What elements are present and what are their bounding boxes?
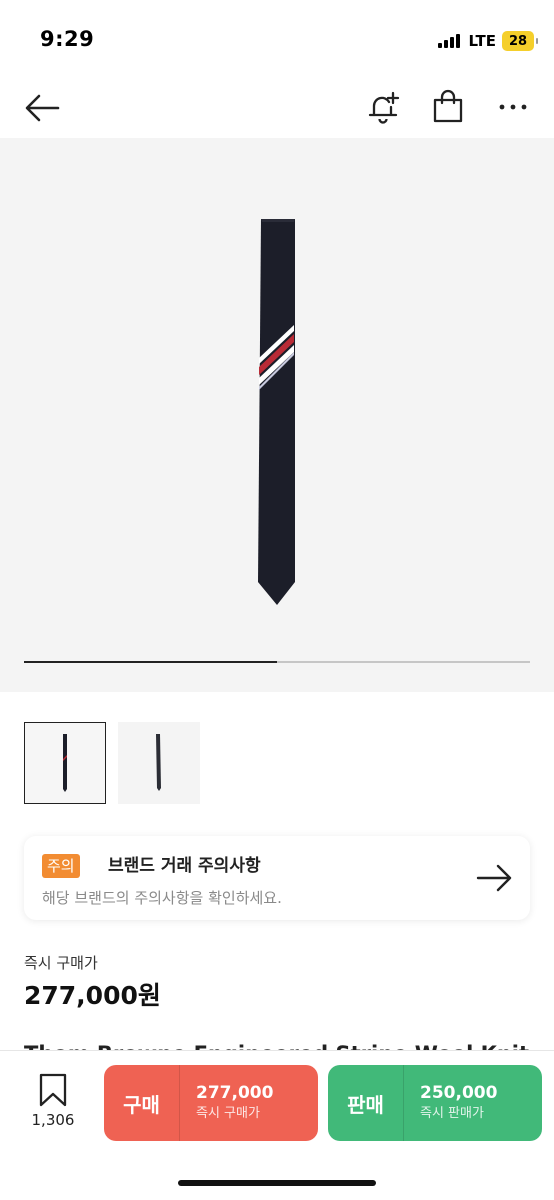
buy-label: 구매: [104, 1065, 180, 1141]
bottom-action-bar: 1,306 구매 277,000 즉시 구매가 판매 250,000 즉시 판매…: [0, 1050, 554, 1200]
battery-level: 28: [508, 33, 528, 49]
product-image-gallery[interactable]: [0, 138, 554, 692]
signal-icon: [438, 34, 461, 48]
status-bar: 9:29 LTE 28: [0, 0, 554, 78]
wishlist-button[interactable]: 1,306: [24, 1073, 82, 1133]
status-time: 9:29: [40, 27, 95, 51]
buy-price: 277,000: [196, 1083, 274, 1103]
arrow-left-icon: [25, 94, 60, 122]
sell-label: 판매: [328, 1065, 404, 1141]
notice-title: 브랜드 거래 주의사항: [108, 856, 261, 876]
status-indicators: LTE 28: [438, 30, 538, 52]
notice-arrow-button[interactable]: [476, 860, 514, 896]
battery-icon: 28: [502, 31, 538, 51]
tie-thumbnail-image: [63, 734, 67, 792]
arrow-right-icon: [476, 864, 512, 892]
shopping-bag-button[interactable]: [429, 88, 467, 126]
notification-button[interactable]: [364, 88, 402, 126]
instant-buy-price: 277,000원: [24, 981, 161, 1010]
nav-bar: [0, 78, 554, 138]
tie-thumbnail-image: [156, 734, 161, 791]
thumbnail-2[interactable]: [118, 722, 200, 804]
wishlist-count: 1,306: [31, 1111, 75, 1129]
instant-buy-price-label: 즉시 구매가: [24, 954, 98, 972]
thumbnail-1[interactable]: [24, 722, 106, 804]
more-horizontal-icon: [499, 104, 527, 110]
warning-badge: 주의: [42, 854, 80, 878]
notice-description: 해당 브랜드의 주의사항을 확인하세요.: [42, 889, 282, 907]
bell-plus-icon: [368, 91, 400, 124]
brand-notice-card[interactable]: 주의 브랜드 거래 주의사항 해당 브랜드의 주의사항을 확인하세요.: [24, 836, 530, 920]
buy-price-caption: 즉시 구매가: [196, 1106, 260, 1121]
back-button[interactable]: [22, 90, 62, 126]
home-indicator: [178, 1180, 376, 1186]
sell-price-caption: 즉시 판매가: [420, 1106, 484, 1121]
buy-price-info: 277,000 즉시 구매가: [180, 1065, 273, 1141]
shopping-bag-icon: [433, 89, 463, 123]
sell-button[interactable]: 판매 250,000 즉시 판매가: [328, 1065, 542, 1141]
thumbnail-strip: [24, 722, 200, 804]
bookmark-icon: [39, 1073, 67, 1107]
sell-price-info: 250,000 즉시 판매가: [404, 1065, 497, 1141]
gallery-progress: [24, 661, 530, 663]
buy-button[interactable]: 구매 277,000 즉시 구매가: [104, 1065, 318, 1141]
sell-price: 250,000: [420, 1083, 498, 1103]
network-label: LTE: [468, 32, 496, 50]
gallery-progress-fill: [24, 661, 277, 663]
more-button[interactable]: [494, 88, 532, 126]
product-image: [258, 219, 295, 605]
